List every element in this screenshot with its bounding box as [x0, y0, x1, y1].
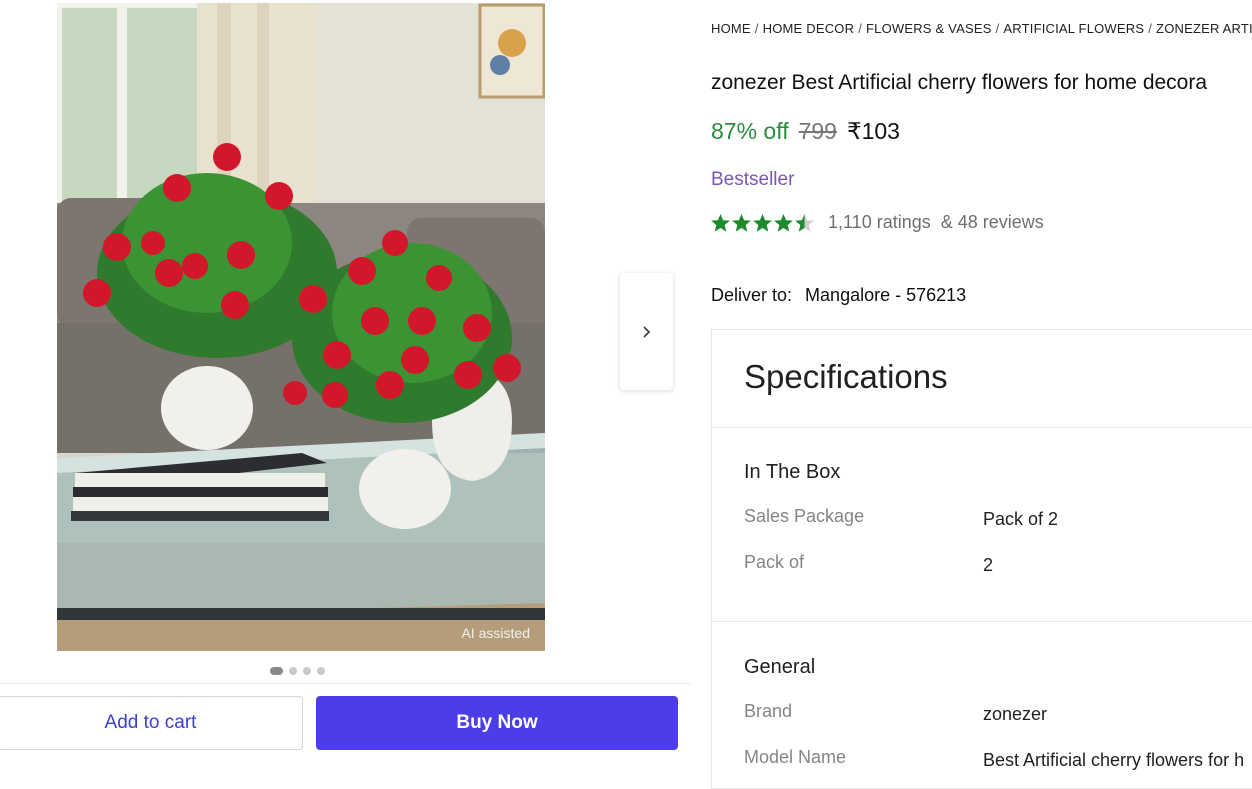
star-icon: [774, 213, 793, 232]
breadcrumb-home-decor[interactable]: HOME DECOR: [763, 21, 855, 36]
next-image-button[interactable]: [620, 273, 673, 390]
price-row: 87% off 799 ₹103: [711, 118, 900, 145]
original-price: 799: [798, 118, 837, 144]
breadcrumb-separator: /: [995, 21, 1000, 36]
add-to-cart-button[interactable]: Add to cart: [0, 696, 303, 750]
specifications-title: Specifications: [744, 358, 948, 395]
reviews-count: & 48 reviews: [940, 212, 1044, 232]
divider: [712, 621, 1252, 622]
ratings-count: 1,110 ratings: [828, 212, 931, 232]
spec-value: Pack of 2: [983, 509, 1059, 529]
carousel-dot[interactable]: [303, 667, 311, 675]
breadcrumb-artificial-flowers[interactable]: ARTIFICIAL FLOWERS: [1003, 21, 1144, 36]
ai-assisted-badge: AI assisted: [461, 625, 530, 641]
breadcrumb-separator: /: [754, 21, 759, 36]
delivery-location[interactable]: Mangalore - 576213: [805, 285, 966, 305]
chevron-right-icon: [642, 325, 650, 338]
spec-value: 2: [983, 555, 994, 575]
deliver-label: Deliver to:: [711, 285, 793, 305]
spec-key: Pack of: [744, 552, 805, 572]
product-title: zonezer Best Artificial cherry flowers f…: [711, 71, 1208, 94]
breadcrumb-flowers-vases[interactable]: FLOWERS & VASES: [866, 21, 992, 36]
section-title-general: General: [744, 656, 816, 678]
carousel-dot[interactable]: [317, 667, 325, 675]
product-photo: [57, 3, 545, 651]
star-icon: [753, 213, 772, 232]
carousel-dot[interactable]: [289, 667, 297, 675]
breadcrumb-separator: /: [858, 21, 862, 36]
breadcrumb-current[interactable]: ZONEZER ARTIF: [1156, 21, 1252, 36]
spec-key: Model Name: [744, 747, 847, 767]
star-icon: [795, 213, 814, 232]
divider: [712, 427, 1252, 428]
carousel-dots: [270, 666, 325, 676]
product-image[interactable]: AI assisted: [57, 3, 545, 651]
delivery-row: Deliver to: Mangalore - 576213: [711, 285, 966, 306]
breadcrumb: HOME / HOME DECOR / FLOWERS & VASES / ARTIFICI…: [711, 21, 1252, 36]
bestseller-badge: Bestseller: [711, 169, 795, 190]
star-rating: [710, 213, 815, 233]
breadcrumb-home[interactable]: HOME: [711, 21, 751, 36]
spec-value: zonezer: [983, 704, 1048, 724]
breadcrumb-separator: /: [1148, 21, 1153, 36]
spec-key: Brand: [744, 701, 793, 721]
section-title-in-the-box: In The Box: [744, 461, 841, 483]
rating-row[interactable]: 1,110 ratings & 48 reviews: [710, 212, 1044, 233]
specifications-card: Specifications In The Box Sales Package …: [711, 329, 1252, 789]
buy-now-button[interactable]: Buy Now: [316, 696, 678, 750]
star-icon: [711, 213, 730, 232]
action-bar: Add to cart Buy Now: [0, 683, 690, 769]
spec-key: Sales Package: [744, 506, 865, 526]
selling-price: ₹103: [846, 118, 900, 144]
star-icon: [732, 213, 751, 232]
carousel-dot[interactable]: [270, 667, 283, 675]
discount-percent: 87% off: [711, 118, 789, 144]
